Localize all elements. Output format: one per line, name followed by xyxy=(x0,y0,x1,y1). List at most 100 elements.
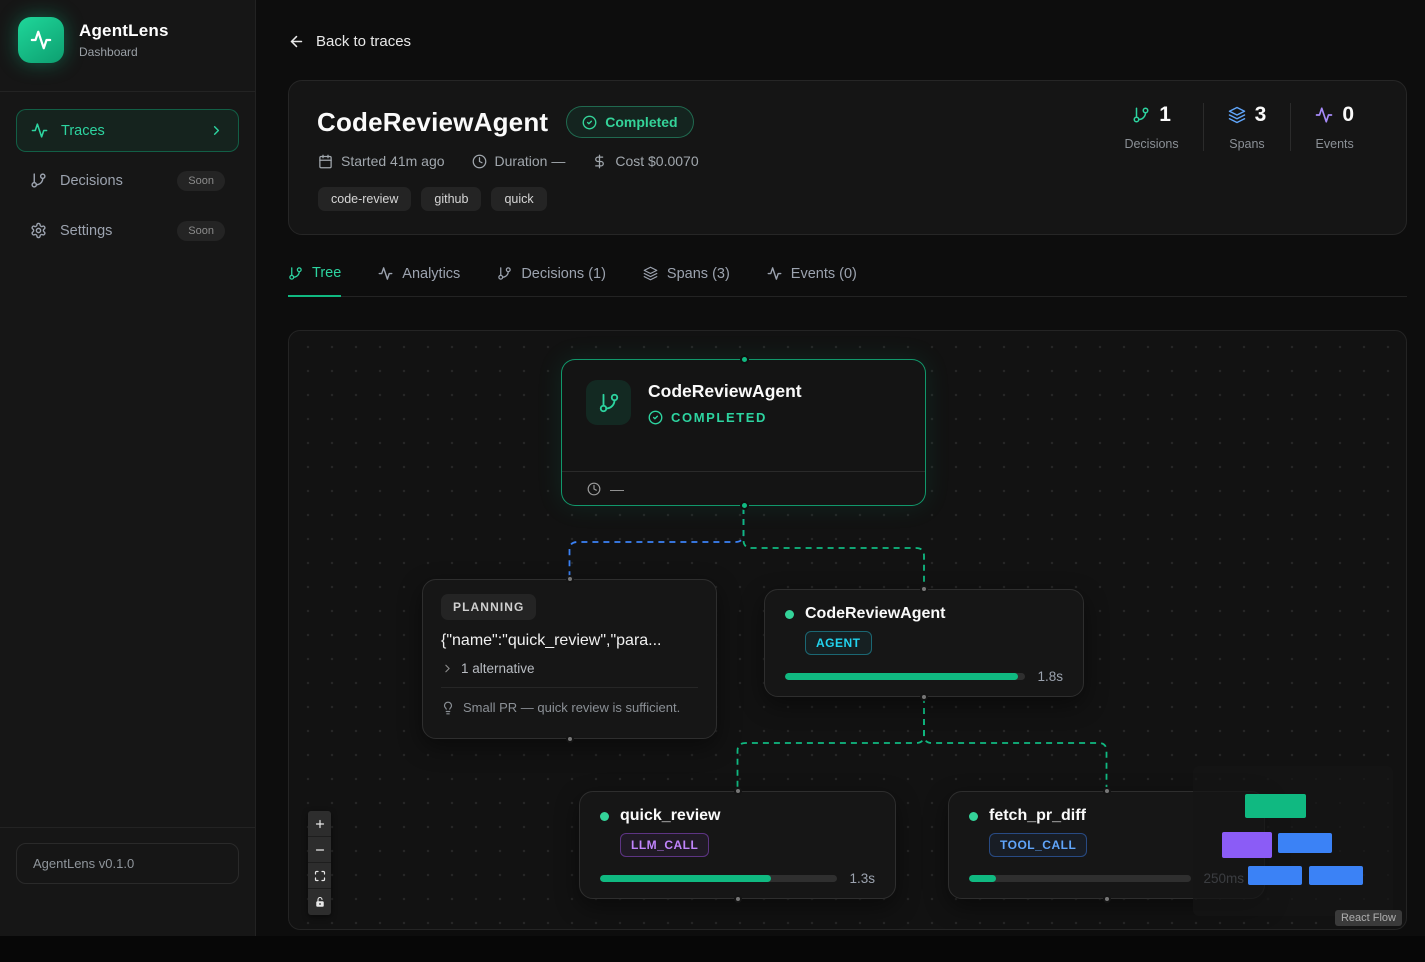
app-logo-icon xyxy=(18,17,64,63)
sidebar: AgentLens Dashboard Traces Decisions xyxy=(0,0,256,936)
check-circle-icon xyxy=(582,115,597,130)
flow-minimap[interactable] xyxy=(1193,766,1393,916)
git-branch-icon xyxy=(1132,106,1150,124)
chevron-right-icon xyxy=(441,662,454,675)
span-title: quick_review xyxy=(620,807,721,825)
app-version-label: AgentLens v0.1.0 xyxy=(33,856,134,871)
sidebar-item-decisions[interactable]: Decisions Soon xyxy=(16,159,239,202)
node-handle xyxy=(1103,787,1111,795)
tab-decisions[interactable]: Decisions (1) xyxy=(497,265,606,296)
sidebar-divider xyxy=(0,91,255,92)
tag-row: code-review github quick xyxy=(318,187,547,211)
lock-button[interactable] xyxy=(308,889,331,915)
sidebar-footer-divider xyxy=(0,827,255,828)
soon-badge: Soon xyxy=(177,171,225,191)
span-type-badge: LLM_CALL xyxy=(620,833,709,857)
tab-spans[interactable]: Spans (3) xyxy=(643,265,730,296)
sidebar-item-traces[interactable]: Traces xyxy=(16,109,239,152)
trace-title: CodeReviewAgent xyxy=(317,107,548,138)
planning-badge: PLANNING xyxy=(441,594,536,620)
node-handle xyxy=(1103,895,1111,903)
app-logo-row: AgentLens Dashboard xyxy=(18,17,169,63)
stat-decisions: 1 Decisions xyxy=(1100,103,1202,151)
duration-meta: Duration — xyxy=(472,153,566,169)
fit-view-button[interactable] xyxy=(308,863,331,889)
activity-icon xyxy=(378,266,393,281)
sidebar-nav: Traces Decisions Soon Settings Soon xyxy=(16,109,239,252)
minimap-node-root xyxy=(1245,794,1306,818)
tab-analytics[interactable]: Analytics xyxy=(378,265,460,296)
app-title: AgentLens xyxy=(79,21,169,41)
check-circle-icon xyxy=(648,410,663,425)
status-dot xyxy=(785,610,794,619)
back-to-traces-link[interactable]: Back to traces xyxy=(288,33,411,50)
started-meta: Started 41m ago xyxy=(318,153,445,169)
status-dot xyxy=(600,812,609,821)
trace-stats: 1 Decisions 3 Spans xyxy=(1100,103,1378,151)
app-version-box: AgentLens v0.1.0 xyxy=(16,843,239,884)
node-handle xyxy=(740,501,749,510)
node-handle xyxy=(566,575,574,583)
span-title: fetch_pr_diff xyxy=(989,807,1086,825)
arrow-left-icon xyxy=(288,33,305,50)
clock-icon xyxy=(587,482,601,496)
root-node-duration: — xyxy=(562,471,925,505)
span-title: CodeReviewAgent xyxy=(805,605,945,623)
flow-canvas[interactable]: CodeReviewAgent COMPLETED — xyxy=(288,330,1407,930)
cost-meta: Cost $0.0070 xyxy=(592,153,698,169)
sidebar-item-label: Traces xyxy=(61,123,105,139)
duration-bar xyxy=(969,875,1191,882)
tag: quick xyxy=(491,187,546,211)
app-window: AgentLens Dashboard Traces Decisions xyxy=(0,0,1425,936)
lightbulb-icon xyxy=(441,701,455,715)
minimap-node-planning xyxy=(1222,832,1272,858)
stat-spans: 3 Spans xyxy=(1203,103,1291,151)
span-duration: 1.8s xyxy=(1037,669,1063,684)
node-handle xyxy=(920,585,928,593)
node-planning-decision[interactable]: PLANNING {"name":"quick_review","para...… xyxy=(422,579,717,739)
tag: github xyxy=(421,187,481,211)
activity-icon xyxy=(31,122,48,139)
trace-meta-row: Started 41m ago Duration — Cost $0.0070 xyxy=(318,153,699,169)
root-node-status: COMPLETED xyxy=(648,410,802,425)
stat-events: 0 Events xyxy=(1290,103,1378,151)
alternatives-toggle[interactable]: 1 alternative xyxy=(441,661,698,676)
flow-controls xyxy=(308,811,331,915)
tab-bar: Tree Analytics Decisions (1) Spans (3) xyxy=(288,265,1407,297)
span-type-badge: AGENT xyxy=(805,631,872,655)
app-subtitle: Dashboard xyxy=(79,45,169,59)
node-llm-span[interactable]: quick_review LLM_CALL 1.3s xyxy=(579,791,896,899)
sidebar-item-label: Decisions xyxy=(60,173,123,189)
status-dot xyxy=(969,812,978,821)
react-flow-attribution[interactable]: React Flow xyxy=(1335,910,1402,926)
sidebar-item-label: Settings xyxy=(60,223,112,239)
git-branch-icon xyxy=(30,172,47,189)
layers-icon xyxy=(1228,106,1246,124)
node-handle xyxy=(920,693,928,701)
soon-badge: Soon xyxy=(177,221,225,241)
git-branch-icon xyxy=(288,266,303,281)
zoom-out-button[interactable] xyxy=(308,837,331,863)
chevron-right-icon xyxy=(209,123,224,138)
main-content: Back to traces CodeReviewAgent Completed… xyxy=(256,0,1425,936)
tab-events[interactable]: Events (0) xyxy=(767,265,857,296)
sidebar-item-settings[interactable]: Settings Soon xyxy=(16,209,239,252)
node-handle xyxy=(740,355,749,364)
trace-header-card: CodeReviewAgent Completed Started 41m ag… xyxy=(288,80,1407,235)
minimap-node-llm xyxy=(1248,866,1302,885)
calendar-icon xyxy=(318,154,333,169)
node-agent-span[interactable]: CodeReviewAgent AGENT 1.8s xyxy=(764,589,1084,697)
activity-icon xyxy=(1315,106,1333,124)
decision-reasoning: Small PR — quick review is sufficient. xyxy=(441,687,698,715)
minimap-node-agent xyxy=(1278,833,1332,853)
node-root-agent[interactable]: CodeReviewAgent COMPLETED — xyxy=(561,359,926,506)
dollar-icon xyxy=(592,154,607,169)
tab-tree[interactable]: Tree xyxy=(288,265,341,297)
node-handle xyxy=(566,735,574,743)
back-link-label: Back to traces xyxy=(316,33,411,50)
layers-icon xyxy=(643,266,658,281)
zoom-in-button[interactable] xyxy=(308,811,331,837)
gear-icon xyxy=(30,222,47,239)
minimap-node-tool xyxy=(1309,866,1363,885)
git-branch-icon xyxy=(497,266,512,281)
